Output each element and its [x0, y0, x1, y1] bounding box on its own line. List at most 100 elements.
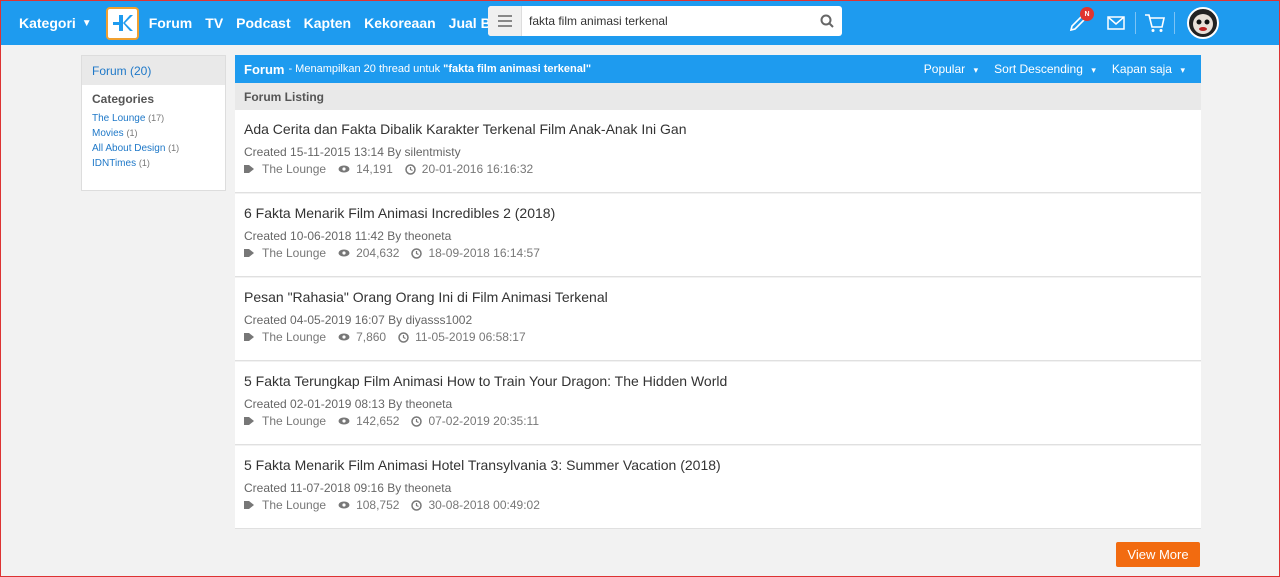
thread-category[interactable]: The Lounge	[244, 162, 326, 176]
clock-icon	[398, 331, 409, 343]
table-row: Ada Cerita dan Fakta Dibalik Karakter Te…	[235, 110, 1201, 193]
k-logo-icon	[113, 15, 134, 31]
category-count: (1)	[126, 128, 138, 138]
sort-popular-dropdown[interactable]: Popular	[924, 62, 978, 76]
category-link[interactable]: IDNTimes	[92, 158, 136, 169]
category-label: The Lounge	[262, 330, 327, 344]
thread-title[interactable]: Ada Cerita dan Fakta Dibalik Karakter Te…	[244, 121, 1192, 137]
view-more-button[interactable]: View More	[1116, 542, 1200, 567]
category-count: (1)	[168, 143, 180, 153]
eye-icon	[338, 333, 350, 341]
updated-timestamp: 18-09-2018 16:14:57	[428, 246, 540, 260]
thread-title[interactable]: 5 Fakta Menarik Film Animasi Hotel Trans…	[244, 457, 1192, 473]
search-input[interactable]	[522, 7, 812, 35]
views-count: 14,191	[356, 162, 393, 176]
kaskus-logo[interactable]	[105, 6, 139, 40]
tag-icon	[244, 501, 254, 509]
thread-created: Created 10-06-2018 11:42 By theoneta	[244, 229, 452, 243]
category-label: The Lounge	[262, 162, 327, 176]
clock-icon	[411, 415, 423, 427]
results-description: - Menampilkan 20 thread untuk	[288, 63, 441, 75]
category-count: (1)	[138, 158, 150, 168]
search-menu-icon[interactable]	[488, 6, 522, 36]
updated-timestamp: 20-01-2016 16:16:32	[421, 162, 534, 176]
search-icon[interactable]	[812, 14, 842, 28]
clock-icon	[411, 499, 423, 511]
tag-icon	[244, 249, 254, 257]
views-count: 108,752	[356, 498, 400, 512]
time-range-dropdown[interactable]: Kapan saja	[1112, 62, 1185, 76]
cart-button[interactable]	[1136, 1, 1174, 45]
eye-icon	[338, 165, 350, 173]
thread-meta: The Lounge 14,191 20-01-2016 16:16:32	[244, 162, 1192, 176]
sidebar-forum-count[interactable]: Forum (20)	[82, 56, 225, 85]
table-row: 6 Fakta Menarik Film Animasi Incredibles…	[235, 194, 1201, 277]
list-item: All About Design (1)	[92, 141, 215, 156]
user-actions: N	[1059, 1, 1279, 45]
views-count: 204,632	[356, 246, 400, 260]
forum-listing-label: Forum Listing	[235, 83, 1201, 110]
messages-button[interactable]	[1097, 1, 1135, 45]
thread-title[interactable]: Pesan "Rahasia" Orang Orang Ini di Film …	[244, 289, 1192, 305]
nav-podcast[interactable]: Podcast	[236, 15, 290, 31]
thread-created: Created 02-01-2019 08:13 By theoneta	[244, 397, 453, 411]
category-count: (17)	[148, 113, 165, 123]
results-query: "fakta film animasi terkenal"	[443, 63, 592, 75]
kategori-dropdown[interactable]: Kategori ▼	[19, 15, 92, 31]
tag-icon	[244, 333, 254, 341]
divider	[1174, 12, 1175, 34]
table-row: 5 Fakta Menarik Film Animasi Hotel Trans…	[235, 446, 1201, 529]
nav-tv[interactable]: TV	[205, 15, 223, 31]
results-title: Forum	[244, 61, 285, 77]
views-count: 142,652	[356, 414, 400, 428]
thread-views: 14,191	[338, 162, 393, 176]
thread-category[interactable]: The Lounge	[244, 246, 326, 260]
thread-updated: 30-08-2018 00:49:02	[411, 498, 540, 512]
thread-updated: 20-01-2016 16:16:32	[405, 162, 533, 176]
sort-order-dropdown[interactable]: Sort Descending	[994, 62, 1096, 76]
thread-meta: The Lounge 7,860 11-05-2019 06:58:17	[244, 330, 1192, 344]
category-link[interactable]: All About Design	[92, 143, 165, 154]
list-item: Movies (1)	[92, 126, 215, 141]
kategori-label: Kategori	[19, 15, 76, 31]
thread-meta: The Lounge 108,752 30-08-2018 00:49:02	[244, 498, 1192, 512]
nav-forum[interactable]: Forum	[149, 15, 193, 31]
table-row: Pesan "Rahasia" Orang Orang Ini di Film …	[235, 278, 1201, 361]
thread-views: 142,652	[338, 414, 399, 428]
avatar[interactable]	[1187, 7, 1219, 39]
thread-created: Created 15-11-2015 13:14 By silentmisty	[244, 145, 461, 159]
sort-controls: Popular Sort Descending Kapan saja	[924, 62, 1201, 76]
thread-category[interactable]: The Lounge	[244, 330, 326, 344]
nav-kapten[interactable]: Kapten	[304, 15, 351, 31]
thread-updated: 07-02-2019 20:35:11	[411, 414, 539, 428]
envelope-icon	[1107, 16, 1125, 30]
eye-icon	[338, 501, 350, 509]
thread-meta: The Lounge 204,632 18-09-2018 16:14:57	[244, 246, 1192, 260]
thread-views: 204,632	[338, 246, 399, 260]
thread-updated: 11-05-2019 06:58:17	[398, 330, 526, 344]
category-link[interactable]: The Lounge	[92, 113, 145, 124]
chevron-down-icon: ▼	[81, 17, 92, 29]
thread-category[interactable]: The Lounge	[244, 414, 326, 428]
updated-timestamp: 07-02-2019 20:35:11	[428, 414, 539, 428]
clock-icon	[411, 247, 423, 259]
category-label: The Lounge	[262, 498, 327, 512]
list-item: IDNTimes (1)	[92, 156, 215, 171]
category-link[interactable]: Movies	[92, 128, 124, 139]
thread-category[interactable]: The Lounge	[244, 498, 326, 512]
thread-title[interactable]: 6 Fakta Menarik Film Animasi Incredibles…	[244, 205, 1192, 221]
categories-title: Categories	[92, 92, 155, 106]
clock-icon	[405, 163, 416, 175]
search-bar	[488, 6, 842, 36]
thread-title[interactable]: 5 Fakta Terungkap Film Animasi How to Tr…	[244, 373, 1192, 389]
sidebar: Forum (20) Categories The Lounge (17) Mo…	[81, 55, 226, 191]
tag-icon	[244, 417, 254, 425]
nav-kekoreaan[interactable]: Kekoreaan	[364, 15, 436, 31]
updated-timestamp: 30-08-2018 00:49:02	[428, 498, 540, 512]
thread-views: 108,752	[338, 498, 399, 512]
create-thread-button[interactable]: N	[1059, 1, 1097, 45]
category-label: The Lounge	[262, 246, 327, 260]
thread-created: Created 11-07-2018 09:16 By theoneta	[244, 481, 452, 495]
eye-icon	[338, 417, 350, 425]
thread-views: 7,860	[338, 330, 386, 344]
